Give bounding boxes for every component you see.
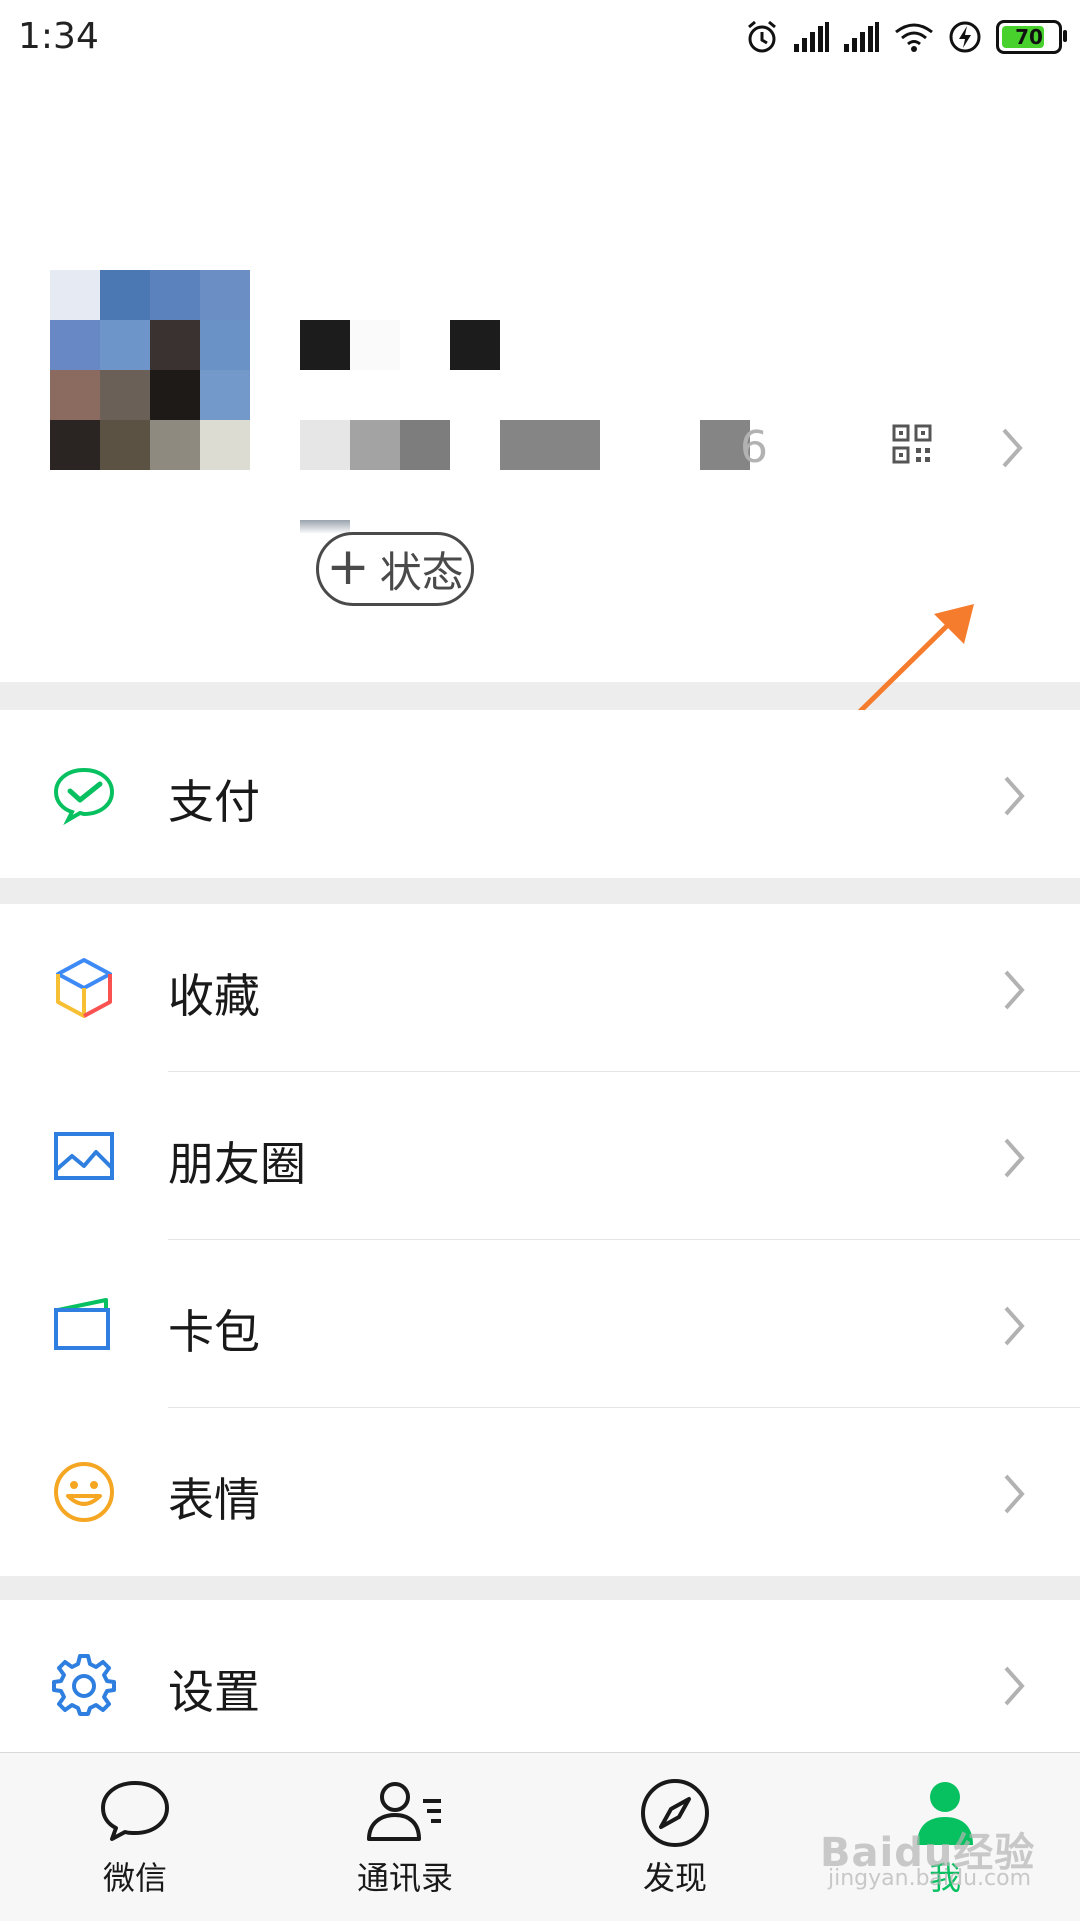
- pay-group: 支付: [0, 710, 1080, 878]
- redaction-stub: [300, 520, 350, 534]
- status-icons: 70: [744, 14, 1067, 60]
- menu-item-cards[interactable]: 卡包: [0, 1240, 1080, 1408]
- tab-label-contacts: 通讯录: [356, 1859, 453, 1897]
- baidu-watermark-url: jingyan.baidu.com: [828, 1866, 1032, 1891]
- moments-picture-icon: [52, 1124, 116, 1188]
- pay-icon: [52, 762, 116, 826]
- signal-icon-1: [794, 17, 830, 57]
- menu-item-settings[interactable]: 设置: [0, 1600, 1080, 1768]
- signal-icon-2: [844, 17, 880, 57]
- chevron-right-icon: [1000, 1136, 1028, 1184]
- nickname-redacted: [300, 320, 500, 370]
- menu-label-pay: 支付: [168, 775, 260, 829]
- alarm-icon: [744, 17, 780, 57]
- add-status-button[interactable]: + 状态: [316, 532, 474, 606]
- menu-label-settings: 设置: [168, 1665, 260, 1719]
- avatar[interactable]: [50, 270, 250, 470]
- menu-item-pay[interactable]: 支付: [0, 710, 1080, 878]
- settings-group: 设置: [0, 1600, 1080, 1768]
- menu-label-favorites: 收藏: [168, 969, 260, 1023]
- wechat-id-tail: 6: [740, 422, 768, 473]
- tab-chats[interactable]: 微信: [0, 1753, 270, 1921]
- wechat-id-redacted: [300, 420, 750, 470]
- wifi-icon: [894, 17, 934, 57]
- services-group: 收藏 朋友圈 卡包 表情: [0, 904, 1080, 1576]
- tab-contacts[interactable]: 通讯录: [270, 1753, 540, 1921]
- card-wallet-icon: [52, 1292, 116, 1356]
- smiley-icon: [52, 1460, 116, 1524]
- chevron-right-icon: [1000, 1664, 1028, 1712]
- charging-icon: [948, 17, 982, 57]
- plus-icon: +: [326, 537, 370, 597]
- menu-label-stickers: 表情: [168, 1473, 260, 1527]
- chevron-right-icon: [1000, 774, 1028, 822]
- battery-icon: 70: [996, 17, 1067, 57]
- menu-label-cards: 卡包: [168, 1305, 260, 1359]
- status-time: 1:34: [18, 16, 99, 57]
- chevron-right-icon[interactable]: [998, 426, 1026, 474]
- favorites-cube-icon: [52, 956, 116, 1020]
- chevron-right-icon: [1000, 968, 1028, 1016]
- add-status-label: 状态: [379, 547, 464, 597]
- tab-discover[interactable]: 发现: [540, 1753, 810, 1921]
- qr-code-icon[interactable]: [892, 424, 932, 468]
- chat-bubble-icon: [98, 1777, 172, 1851]
- chevron-right-icon: [1000, 1304, 1028, 1352]
- contacts-icon: [365, 1777, 445, 1851]
- battery-level: 70: [1015, 25, 1043, 49]
- gear-icon: [52, 1652, 116, 1716]
- menu-item-favorites[interactable]: 收藏: [0, 904, 1080, 1072]
- tab-label-discover: 发现: [642, 1859, 707, 1897]
- tab-label-chats: 微信: [102, 1859, 167, 1897]
- compass-icon: [639, 1777, 711, 1851]
- menu-item-moments[interactable]: 朋友圈: [0, 1072, 1080, 1240]
- status-bar: 1:34 70: [0, 0, 1080, 76]
- chevron-right-icon: [1000, 1472, 1028, 1520]
- menu-item-stickers[interactable]: 表情: [0, 1408, 1080, 1576]
- menu-label-moments: 朋友圈: [168, 1137, 306, 1191]
- profile-header[interactable]: 6 + 状态: [0, 76, 1080, 738]
